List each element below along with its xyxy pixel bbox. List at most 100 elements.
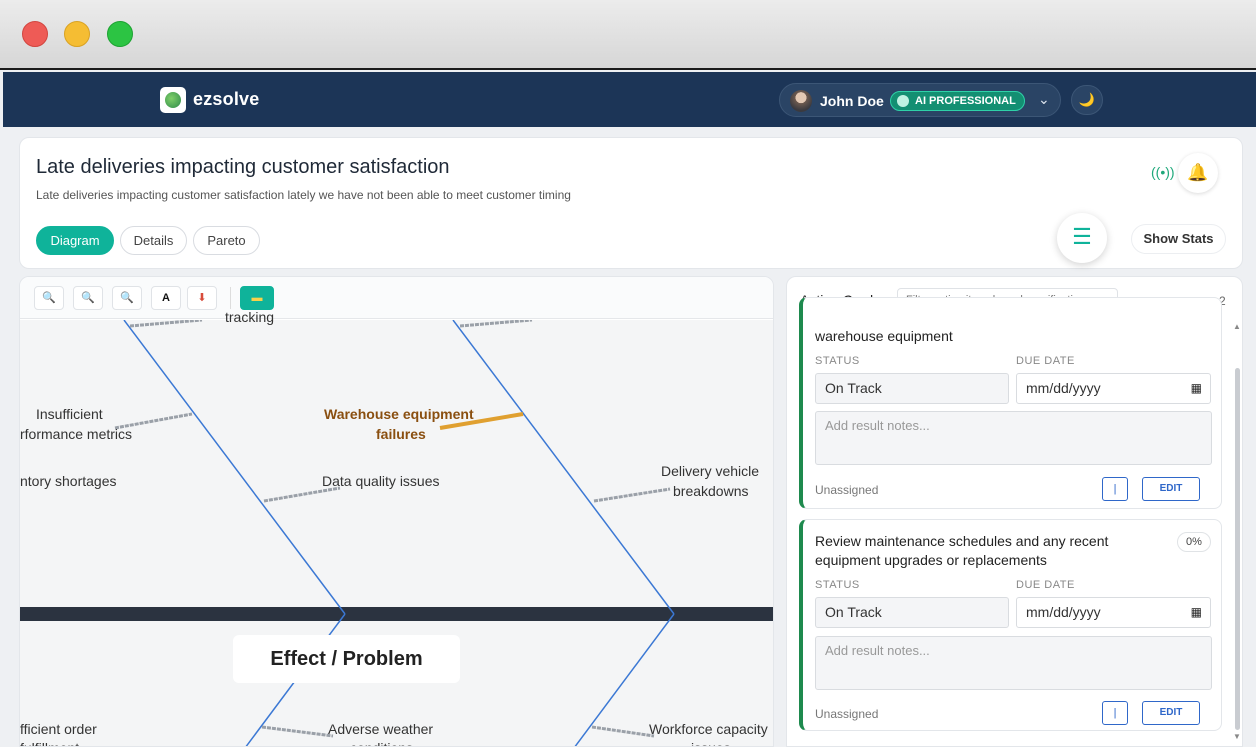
attachment-button[interactable]: | (1102, 477, 1128, 501)
result-notes-field[interactable]: Add result notes... (815, 636, 1212, 690)
live-broadcast-icon[interactable]: ((•)) (1151, 164, 1175, 180)
action-card[interactable]: warehouse equipment STATUS DUE DATE On T… (799, 297, 1222, 509)
notifications-button[interactable]: 🔔 (1178, 153, 1218, 193)
zoom-reset-button[interactable]: 🔍 (112, 286, 142, 310)
cause-inventory[interactable]: ntory shortages (20, 472, 117, 491)
moon-icon: 🌙 (1078, 92, 1096, 107)
dark-mode-toggle[interactable]: 🌙 (1071, 85, 1103, 115)
plan-badge-label: AI PROFESSIONAL (915, 95, 1016, 107)
branch-weather (261, 725, 334, 738)
due-date-label: DUE DATE (1016, 355, 1075, 367)
avatar (790, 90, 812, 112)
cause-insufficient-line2[interactable]: rformance metrics (20, 425, 132, 444)
scrollbar-thumb[interactable] (1235, 368, 1240, 730)
maximize-window-button[interactable] (107, 21, 133, 47)
tab-details[interactable]: Details (120, 226, 187, 255)
text-tool-button[interactable]: A (151, 286, 181, 310)
brand-name[interactable]: ezsolve (193, 89, 259, 110)
result-notes-field[interactable]: Add result notes... (815, 411, 1212, 465)
cause-warehouse-line2[interactable]: failures (376, 425, 426, 444)
due-date-value: mm/dd/yyyy (1026, 604, 1101, 620)
zoom-in-icon: 🔍 (42, 292, 56, 304)
scrollbar[interactable]: ▲ ▼ (1233, 322, 1241, 746)
action-card-title: Review maintenance schedules and any rec… (815, 533, 1109, 568)
status-select[interactable]: On Track (815, 373, 1009, 404)
branch-tracking (129, 320, 203, 328)
cause-workforce-line1[interactable]: Workforce capacity (649, 720, 768, 739)
window-titlebar (0, 0, 1256, 70)
effect-problem-box[interactable]: Effect / Problem (233, 635, 460, 683)
action-cards-panel: Action Cards 2 ▲ ▼ warehouse equipment S… (786, 276, 1243, 747)
action-card-title: warehouse equipment (815, 328, 953, 344)
spine (20, 607, 773, 621)
plan-icon (897, 95, 909, 107)
globe-logo-icon (165, 92, 181, 108)
app-navbar: ezsolve John Doe AI PROFESSIONAL ⌄ 🌙 (3, 72, 1256, 127)
zoom-reset-icon: 🔍 (120, 292, 134, 304)
user-name: John Doe (820, 93, 884, 109)
due-date-label: DUE DATE (1016, 579, 1075, 591)
due-date-input[interactable]: mm/dd/yyyy ▦ (1016, 597, 1211, 628)
cause-order-line2[interactable]: fulfillment (20, 739, 79, 746)
progress-percent: 0% (1177, 532, 1211, 552)
tab-pareto[interactable]: Pareto (193, 226, 260, 255)
zoom-in-button[interactable]: 🔍 (34, 286, 64, 310)
status-select[interactable]: On Track (815, 597, 1009, 628)
user-menu[interactable]: John Doe AI PROFESSIONAL ⌄ (779, 83, 1061, 117)
due-date-input[interactable]: mm/dd/yyyy ▦ (1016, 373, 1211, 404)
branch-workforce (591, 725, 655, 738)
cause-weather-line1[interactable]: Adverse weather (328, 720, 433, 739)
diagram-toolbar: 🔍 🔍 🔍 A ⬇ ▬ (20, 277, 773, 319)
scroll-down-icon[interactable]: ▼ (1233, 732, 1241, 741)
page-subtitle: Late deliveries impacting customer satis… (36, 188, 571, 202)
cause-data-quality[interactable]: Data quality issues (322, 472, 440, 491)
calendar-icon[interactable]: ▦ (1191, 374, 1202, 403)
cause-insufficient-line1[interactable]: Insufficient (36, 405, 103, 424)
zoom-out-button[interactable]: 🔍 (73, 286, 103, 310)
text-icon: A (162, 292, 170, 304)
edit-button[interactable]: EDIT (1142, 477, 1200, 501)
pdf-icon: ⬇ (197, 292, 207, 304)
cause-workforce-line2[interactable]: issues (691, 739, 731, 746)
action-card[interactable]: Review maintenance schedules and any rec… (799, 519, 1222, 731)
edit-button[interactable]: EDIT (1142, 701, 1200, 725)
assignee[interactable]: Unassigned (815, 483, 878, 497)
app-logo[interactable] (160, 87, 186, 113)
branch-top-right (459, 320, 533, 328)
cause-delivery-line2[interactable]: breakdowns (673, 482, 749, 501)
cause-weather-line2[interactable]: conditions (350, 739, 413, 746)
cause-tracking[interactable]: tracking (225, 308, 274, 327)
close-window-button[interactable] (22, 21, 48, 47)
calendar-icon[interactable]: ▦ (1191, 598, 1202, 627)
cause-order-line1[interactable]: fficient order (20, 720, 97, 739)
cause-delivery-line1[interactable]: Delivery vehicle (661, 462, 759, 481)
page-title: Late deliveries impacting customer satis… (36, 156, 450, 178)
scroll-up-icon[interactable]: ▲ (1233, 322, 1241, 331)
image-icon: ▬ (251, 292, 263, 304)
hamburger-icon: ☰ (1072, 224, 1092, 249)
paperclip-icon: | (1113, 707, 1117, 719)
fishbone-canvas[interactable]: tracking Insufficient rformance metrics … (20, 309, 773, 746)
cause-warehouse-line1[interactable]: Warehouse equipment (324, 405, 474, 424)
bone-right-upper (452, 320, 675, 615)
bell-icon: 🔔 (1187, 163, 1209, 182)
due-date-value: mm/dd/yyyy (1026, 380, 1101, 396)
plan-badge: AI PROFESSIONAL (890, 91, 1025, 111)
bone-left-upper (123, 320, 346, 615)
status-label: STATUS (815, 579, 860, 591)
paperclip-icon: | (1113, 483, 1117, 495)
show-stats-button[interactable]: Show Stats (1131, 224, 1226, 254)
export-pdf-button[interactable]: ⬇ (187, 286, 217, 310)
attachment-button[interactable]: | (1102, 701, 1128, 725)
zoom-out-icon: 🔍 (81, 292, 95, 304)
diagram-panel: 🔍 🔍 🔍 A ⬇ ▬ tracking Insufficient rforma… (19, 276, 774, 747)
problem-header: Late deliveries impacting customer satis… (19, 137, 1243, 269)
branch-delivery (593, 487, 671, 503)
chevron-down-icon[interactable]: ⌄ (1038, 91, 1050, 108)
tab-diagram[interactable]: Diagram (36, 226, 114, 255)
menu-button[interactable]: ☰ (1057, 213, 1107, 263)
status-label: STATUS (815, 355, 860, 367)
minimize-window-button[interactable] (64, 21, 90, 47)
export-image-button[interactable]: ▬ (240, 286, 274, 310)
assignee[interactable]: Unassigned (815, 707, 878, 721)
